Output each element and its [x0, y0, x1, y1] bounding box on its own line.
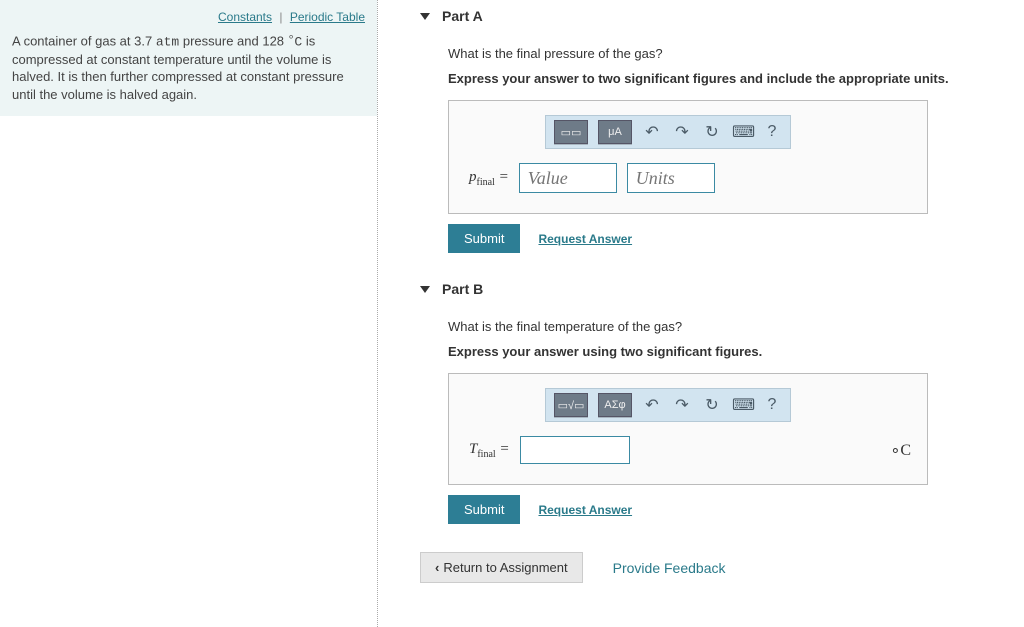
part-b-question: What is the final temperature of the gas…: [448, 319, 1024, 334]
left-pane: Constants | Periodic Table A container o…: [0, 0, 378, 627]
part-b-title: Part B: [442, 281, 483, 297]
reset-icon[interactable]: ↻: [702, 122, 722, 142]
part-a-variable: pfinal =: [469, 169, 509, 188]
reference-links: Constants | Periodic Table: [12, 10, 365, 24]
part-a-title: Part A: [442, 8, 483, 24]
units-input[interactable]: [627, 163, 715, 193]
value-input[interactable]: [520, 436, 630, 464]
units-button[interactable]: μA: [598, 120, 632, 144]
part-a-header[interactable]: Part A: [420, 8, 1024, 24]
caret-down-icon: [420, 13, 430, 20]
caret-down-icon: [420, 286, 430, 293]
periodic-table-link[interactable]: Periodic Table: [290, 10, 365, 24]
keyboard-icon[interactable]: ⌨: [732, 122, 752, 142]
return-button[interactable]: ‹Return to Assignment: [420, 552, 583, 583]
unit-suffix: ∘C: [890, 440, 911, 460]
separator: |: [279, 10, 282, 24]
keyboard-icon[interactable]: ⌨: [732, 395, 752, 415]
submit-button[interactable]: Submit: [448, 495, 520, 524]
part-a-instruction: Express your answer to two significant f…: [448, 71, 1024, 86]
templates-button[interactable]: ▭√▭: [554, 393, 588, 417]
request-answer-link[interactable]: Request Answer: [538, 503, 632, 517]
bottom-actions: ‹Return to Assignment Provide Feedback: [420, 552, 1024, 583]
templates-button[interactable]: ▭▭: [554, 120, 588, 144]
symbols-button[interactable]: ΑΣφ: [598, 393, 632, 417]
redo-icon[interactable]: ↷: [672, 395, 692, 415]
provide-feedback-link[interactable]: Provide Feedback: [613, 560, 726, 576]
constants-link[interactable]: Constants: [218, 10, 272, 24]
undo-icon[interactable]: ↶: [642, 395, 662, 415]
submit-button[interactable]: Submit: [448, 224, 520, 253]
reset-icon[interactable]: ↻: [702, 395, 722, 415]
help-icon[interactable]: ?: [762, 123, 782, 141]
value-input[interactable]: [519, 163, 617, 193]
part-a-body: What is the final pressure of the gas? E…: [448, 46, 1024, 253]
part-a-question: What is the final pressure of the gas?: [448, 46, 1024, 61]
part-b-instruction: Express your answer using two significan…: [448, 344, 1024, 359]
problem-statement: Constants | Periodic Table A container o…: [0, 0, 377, 116]
part-b-actions: Submit Request Answer: [448, 495, 1024, 524]
part-a-toolbar: ▭▭ μA ↶ ↷ ↻ ⌨ ?: [545, 115, 791, 149]
part-a-answer-box: ▭▭ μA ↶ ↷ ↻ ⌨ ? pfinal =: [448, 100, 928, 214]
right-pane: Part A What is the final pressure of the…: [378, 0, 1024, 627]
problem-text: A container of gas at 3.7 atm pressure a…: [12, 30, 365, 104]
part-a-actions: Submit Request Answer: [448, 224, 1024, 253]
chevron-left-icon: ‹: [435, 560, 439, 575]
part-a-input-row: pfinal =: [465, 163, 911, 193]
part-a: Part A What is the final pressure of the…: [420, 8, 1024, 253]
part-b-header[interactable]: Part B: [420, 281, 1024, 297]
part-b-toolbar: ▭√▭ ΑΣφ ↶ ↷ ↻ ⌨ ?: [545, 388, 791, 422]
part-b: Part B What is the final temperature of …: [420, 281, 1024, 524]
part-b-answer-box: ▭√▭ ΑΣφ ↶ ↷ ↻ ⌨ ? Tfinal = ∘C: [448, 373, 928, 485]
undo-icon[interactable]: ↶: [642, 122, 662, 142]
request-answer-link[interactable]: Request Answer: [538, 232, 632, 246]
help-icon[interactable]: ?: [762, 396, 782, 414]
redo-icon[interactable]: ↷: [672, 122, 692, 142]
part-b-input-row: Tfinal = ∘C: [465, 436, 911, 464]
part-b-variable: Tfinal =: [469, 441, 510, 460]
part-b-body: What is the final temperature of the gas…: [448, 319, 1024, 524]
